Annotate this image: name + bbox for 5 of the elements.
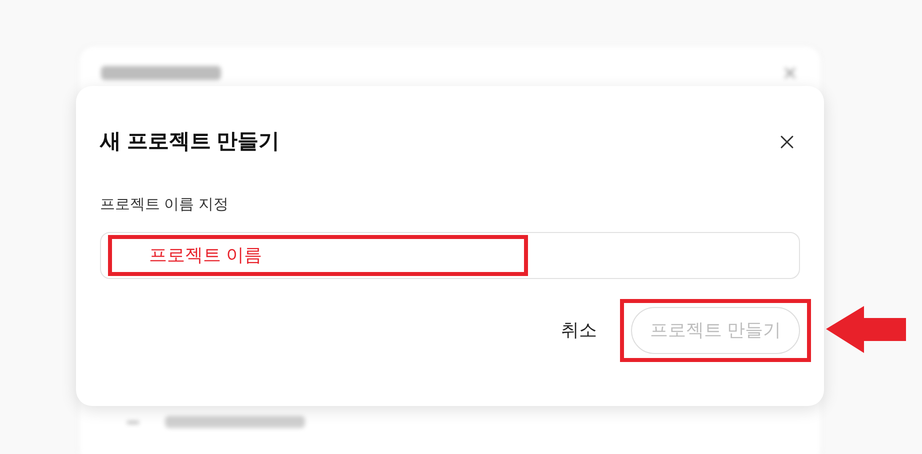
dialog-title: 새 프로젝트 만들기 [100, 129, 280, 155]
arrow-icon [826, 306, 908, 353]
cancel-button[interactable]: 취소 [552, 309, 605, 352]
field-label: 프로젝트 이름 지정 [100, 194, 230, 214]
project-name-field[interactable]: 프로젝트 이름 [100, 232, 800, 279]
